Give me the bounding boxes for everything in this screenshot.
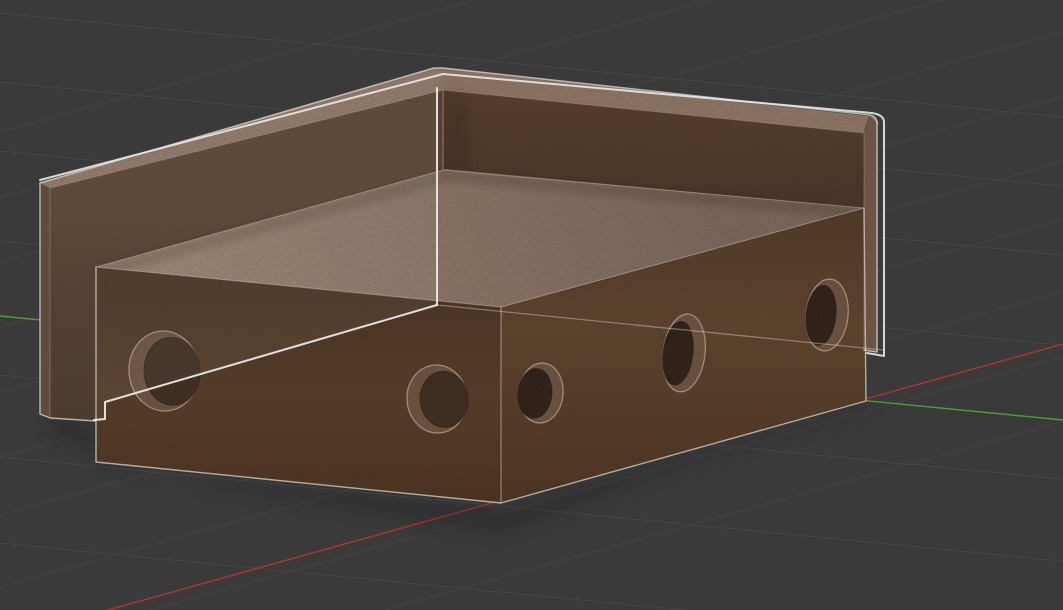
scene-canvas[interactable]: [0, 0, 1063, 610]
viewport-3d[interactable]: [0, 0, 1063, 610]
